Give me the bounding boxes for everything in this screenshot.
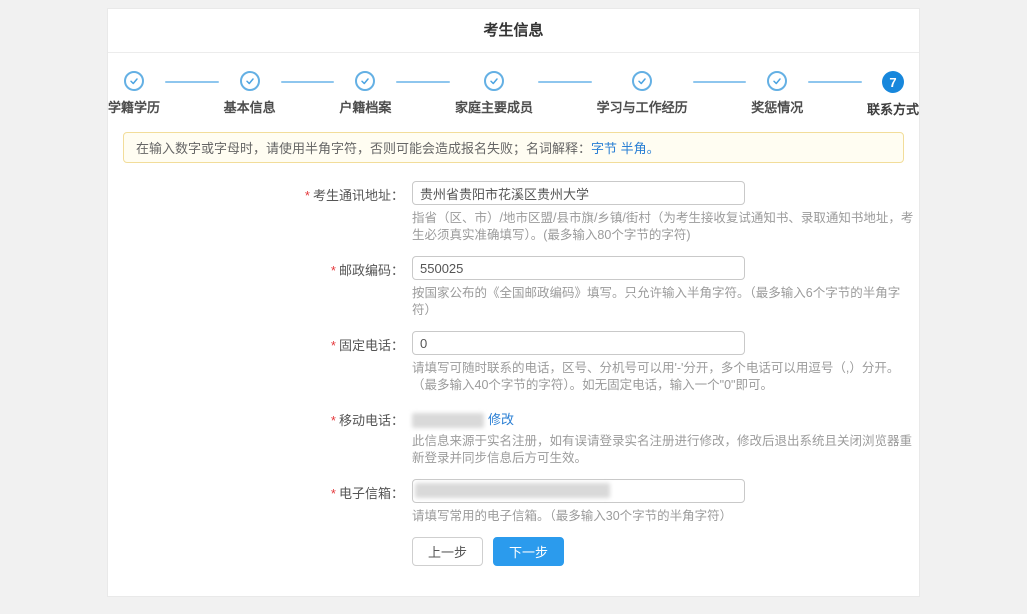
- notice-suffix: 。: [647, 141, 660, 156]
- next-step-button[interactable]: 下一步: [493, 537, 564, 566]
- step-label: 基本信息: [224, 97, 276, 116]
- page-title: 考生信息: [108, 9, 919, 53]
- step-item-6: 奖惩情况: [751, 71, 803, 116]
- field-row-mobile: *移动电话： 修改 此信息来源于实名注册，如有误请登录实名注册进行修改，修改后退…: [108, 406, 919, 467]
- step-check-icon: [124, 71, 144, 91]
- step-item-2: 基本信息: [224, 71, 276, 116]
- step-check-icon: [355, 71, 375, 91]
- step-connector: [281, 81, 335, 83]
- mobile-number-redacted: [412, 413, 484, 428]
- step-connector: [538, 81, 592, 83]
- email-redacted: [415, 483, 610, 498]
- step-check-icon: [767, 71, 787, 91]
- step-label: 学习与工作经历: [597, 97, 688, 116]
- required-marker: *: [331, 413, 336, 428]
- mobile-hint: 此信息来源于实名注册，如有误请登录实名注册进行修改，修改后退出系统且关闭浏览器重…: [412, 433, 917, 467]
- step-number-badge: 7: [882, 71, 904, 93]
- address-input[interactable]: [412, 181, 745, 205]
- step-item-5: 学习与工作经历: [597, 71, 688, 116]
- step-item-4: 家庭主要成员: [455, 71, 533, 116]
- notice-text: 在输入数字或字母时，请使用半角字符，否则可能会造成报名失败；名词解释：: [136, 141, 591, 156]
- required-marker: *: [331, 338, 336, 353]
- byte-definition-link[interactable]: 字节: [591, 141, 617, 156]
- field-row-address: *考生通讯地址： 指省（区、市）/地市区盟/县市旗/乡镇/街村（为考生接收复试通…: [108, 181, 919, 244]
- previous-step-button[interactable]: 上一步: [412, 537, 483, 566]
- step-connector: [165, 81, 219, 83]
- step-check-icon: [632, 71, 652, 91]
- email-hint: 请填写常用的电子信箱。（最多输入30个字节的半角字符）: [412, 508, 745, 525]
- email-label: 电子信箱：: [339, 486, 404, 501]
- postal-code-hint: 按国家公布的《全国邮政编码》填写。只允许输入半角字符。（最多输入6个字节的半角字…: [412, 285, 917, 319]
- address-label: 考生通讯地址：: [313, 188, 404, 203]
- step-connector: [808, 81, 862, 83]
- step-connector: [693, 81, 747, 83]
- field-row-landline: *固定电话： 请填写可随时联系的电话，区号、分机号可以用'-'分开，多个电话可以…: [108, 331, 919, 394]
- field-row-email: *电子信箱： 请填写常用的电子信箱。（最多输入30个字节的半角字符）: [108, 479, 919, 525]
- halfwidth-notice-banner: 在输入数字或字母时，请使用半角字符，否则可能会造成报名失败；名词解释：字节 半角…: [123, 132, 904, 163]
- required-marker: *: [331, 486, 336, 501]
- step-check-icon: [240, 71, 260, 91]
- postal-code-label: 邮政编码：: [339, 263, 404, 278]
- landline-hint: 请填写可随时联系的电话，区号、分机号可以用'-'分开，多个电话可以用逗号（,）分…: [412, 360, 917, 394]
- step-item-1: 学籍学历: [108, 71, 160, 116]
- modify-mobile-link[interactable]: 修改: [488, 412, 514, 427]
- step-label: 家庭主要成员: [455, 97, 533, 116]
- mobile-label: 移动电话：: [339, 413, 404, 428]
- required-marker: *: [331, 263, 336, 278]
- progress-stepper: 学籍学历 基本信息 户籍档案 家庭主要成员 学习: [108, 53, 919, 118]
- step-check-icon: [484, 71, 504, 91]
- field-row-postal-code: *邮政编码： 按国家公布的《全国邮政编码》填写。只允许输入半角字符。（最多输入6…: [108, 256, 919, 319]
- landline-input[interactable]: [412, 331, 745, 355]
- step-item-3: 户籍档案: [339, 71, 391, 116]
- required-marker: *: [305, 188, 310, 203]
- halfwidth-definition-link[interactable]: 半角: [621, 141, 647, 156]
- step-label: 奖惩情况: [751, 97, 803, 116]
- landline-label: 固定电话：: [339, 338, 404, 353]
- step-label: 学籍学历: [108, 97, 160, 116]
- step-label: 户籍档案: [339, 97, 391, 116]
- step-label: 联系方式: [867, 99, 919, 118]
- step-item-7-current: 7 联系方式: [867, 71, 919, 118]
- address-hint: 指省（区、市）/地市区盟/县市旗/乡镇/街村（为考生接收复试通知书、录取通知书地…: [412, 210, 917, 244]
- step-connector: [396, 81, 450, 83]
- postal-code-input[interactable]: [412, 256, 745, 280]
- form-actions: 上一步 下一步: [412, 537, 919, 566]
- candidate-info-panel: 考生信息 学籍学历 基本信息 户籍档案 家庭主要成员: [107, 8, 920, 597]
- contact-info-form: *考生通讯地址： 指省（区、市）/地市区盟/县市旗/乡镇/街村（为考生接收复试通…: [108, 181, 919, 566]
